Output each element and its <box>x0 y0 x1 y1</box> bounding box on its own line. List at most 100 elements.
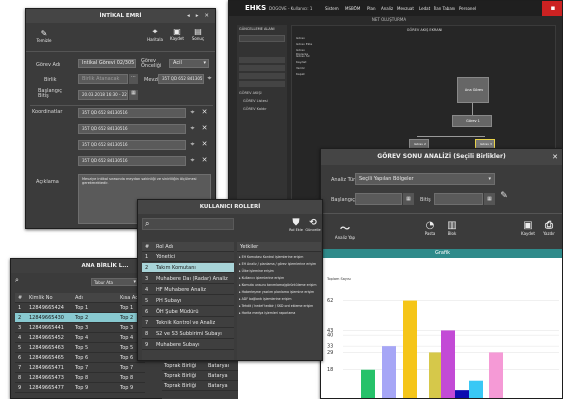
menu-item-ilan-tabani[interactable]: İlan Tabanı <box>434 6 455 11</box>
ehks-left-dropdown-4[interactable] <box>239 81 285 87</box>
flow-node-root[interactable]: Ana Görev <box>457 77 489 103</box>
ehks-tree-item-2[interactable]: GÖREV Kaldır <box>243 107 267 111</box>
guncelle-button[interactable]: ⟲ Güncelle <box>304 218 322 232</box>
table-row[interactable]: 7 12849665471 Top 7 Top 7 <box>15 363 145 373</box>
table-row[interactable]: 4 12849665452 Top 4 Top 4 <box>15 333 145 343</box>
ehks-task-list-item[interactable]: Görev Ekle <box>296 42 312 46</box>
close-icon[interactable]: ✕ <box>552 149 558 165</box>
col-header-kimlik[interactable]: Kimlik No <box>29 295 53 301</box>
menu-item-plan[interactable]: Plan <box>367 6 376 11</box>
menu-item-personel[interactable]: Personel <box>459 6 476 11</box>
ehks-task-list-item[interactable]: Kaydet <box>296 60 306 64</box>
table-row[interactable]: 9 12849665477 Top 9 Top 9 <box>15 383 145 393</box>
map-pin-icon[interactable]: ⌖ <box>188 140 197 149</box>
menu-item-msbom[interactable]: MSBÖM <box>345 6 360 11</box>
calendar-icon[interactable]: ▦ <box>129 90 138 100</box>
permission-item[interactable]: ▸ Ülke işlemine erişim <box>239 269 274 273</box>
role-row-selected[interactable]: 2 Takım Komutanı <box>142 263 234 273</box>
birlik-picker-icon[interactable]: ⋯ <box>129 74 138 84</box>
sonuc-button[interactable]: ▤ Sonuç <box>188 27 208 41</box>
role-row[interactable]: 7 Teknik Kontrol ve Analiz <box>142 318 234 328</box>
menu-item-analiz[interactable]: Analiz <box>381 6 393 11</box>
close-icon[interactable]: ✕ <box>200 156 209 164</box>
table-row[interactable]: 6 12849665465 Top 6 Top 6 <box>15 353 145 363</box>
detail-row[interactable]: Toprak Birliği Bataryaı <box>162 361 238 371</box>
menu-item-ledat[interactable]: Ledat <box>419 6 430 11</box>
search-icon[interactable]: ⌕ <box>15 276 19 285</box>
temizle-button[interactable]: ✎ Temizle <box>34 29 54 43</box>
anabirlik-filter-select[interactable]: Tabur Ata ▾ <box>91 278 139 286</box>
chart-bar[interactable] <box>361 369 375 398</box>
analiz-turu-select[interactable]: Seçili Yapılan Bölgeler ▾ <box>355 173 495 185</box>
ehks-task-list-item[interactable]: Görev <box>296 36 305 40</box>
roller-search[interactable]: ⌕ <box>142 218 234 230</box>
role-row[interactable]: 1 Yönetici <box>142 252 234 262</box>
rol-ekle-button[interactable]: ⛊ Rol Ekle <box>288 218 304 232</box>
chart-bar[interactable] <box>382 346 396 398</box>
chart-bar[interactable] <box>455 390 469 398</box>
ehks-tree-item-1[interactable]: GÖREV Listesi <box>243 99 268 103</box>
map-pin-icon[interactable]: ⌖ <box>188 124 197 133</box>
table-row-selected[interactable]: 2 12849665430 Top 2 Top 2 <box>15 313 145 323</box>
menu-item-sistem[interactable]: Sistem <box>325 6 339 11</box>
mevzi-field[interactable]: 35T QD 652 84130516 <box>158 74 204 84</box>
baslangic-field[interactable]: 20.03.2018 16:30 - 22.03.2018 17:00 <box>78 90 128 100</box>
role-row[interactable]: 8 S2 ve S3 Subbirimi Subayı <box>142 329 234 339</box>
role-row[interactable]: 3 Muhabere Daı (Radar) Analiz <box>142 274 234 284</box>
table-row[interactable]: 3 12849665441 Top 3 Top 3 <box>15 323 145 333</box>
pasta-button[interactable]: ◔ Pasta <box>421 220 439 236</box>
permission-item[interactable]: ▸ EH Analiz / planlama / görev işlemleri… <box>239 262 316 266</box>
ehks-left-dropdown-3[interactable] <box>239 73 285 79</box>
ehks-close-button[interactable]: ▪ <box>542 1 562 16</box>
close-icon[interactable]: ✕ <box>200 124 209 132</box>
permission-item[interactable]: ▸ Haberleşme yazılım planlama işlemine e… <box>239 290 314 294</box>
table-row[interactable]: 8 12849665473 Top 8 Top 8 <box>15 373 145 383</box>
koordinat-field[interactable]: 35T QD 652 84130516 <box>78 156 186 166</box>
close-icon[interactable]: ✕ <box>200 140 209 148</box>
col-header-rol[interactable]: Rol Adı <box>156 244 173 250</box>
calendar-icon[interactable]: ▦ <box>403 193 414 205</box>
permission-item[interactable]: ▸ Komuta unsuru tanımlama/görüntüleme er… <box>239 283 316 287</box>
baslangic-date-field[interactable] <box>355 193 402 205</box>
calendar-icon[interactable]: ▦ <box>484 193 495 205</box>
role-row[interactable]: 4 HF Muhabere Analiz <box>142 285 234 295</box>
ehks-task-list-item[interactable]: Görev Sil <box>296 54 309 58</box>
permission-item[interactable]: ▸ ADF bağlantı işlemlerine erişim <box>239 297 291 301</box>
haritala-button[interactable]: ⌖ Haritala <box>144 27 166 42</box>
ehks-left-search[interactable] <box>239 35 285 42</box>
ehks-task-list-item[interactable]: Yazdır <box>296 66 305 70</box>
kaydet-button[interactable]: ▣ Kaydet <box>168 27 186 41</box>
col-header-id[interactable]: # <box>145 244 149 250</box>
yazdir-button[interactable]: ⎙ Yazdır <box>539 220 559 236</box>
role-row[interactable]: 5 PH Subayı <box>142 296 234 306</box>
menu-item-mevzuat[interactable]: Mevzuat <box>397 6 414 11</box>
role-row[interactable]: 9 Muhabere Subayı <box>142 340 234 350</box>
permission-item[interactable]: ▸ EH Komutası Kontrol işlemlerine erişim <box>239 255 303 259</box>
map-pin-icon[interactable]: ⌖ <box>188 156 197 165</box>
koordinat-field[interactable]: 35T QD 652 84130516 <box>78 108 186 118</box>
col-header-id[interactable]: # <box>18 295 22 301</box>
chart-bar[interactable] <box>403 300 417 398</box>
flow-node-mid[interactable]: Görev 1 <box>452 115 492 127</box>
birlik-field[interactable]: Birlik Atanacak <box>78 74 128 84</box>
chart-bar[interactable] <box>489 352 503 398</box>
permission-item[interactable]: ▸ Harita medya işlemleri raporlama <box>239 311 295 315</box>
detail-row[interactable]: Toprak Birliği Batarya <box>162 381 238 391</box>
bitis-date-field[interactable] <box>434 193 483 205</box>
ehks-left-dropdown-2[interactable] <box>239 65 285 71</box>
blok-button[interactable]: ▥ Blok <box>443 220 461 236</box>
detail-row[interactable]: Toprak Birliği Batarya <box>162 371 238 381</box>
map-pin-icon[interactable]: ⌖ <box>188 108 197 117</box>
close-icon[interactable]: ✕ <box>200 108 209 116</box>
chart-bar[interactable] <box>429 352 443 398</box>
table-row[interactable]: 1 12849665424 Top 1 Top 1 <box>15 303 145 313</box>
role-row[interactable]: 6 ÖH Şube Müdürü <box>142 307 234 317</box>
map-pin-icon[interactable]: ⌖ <box>205 74 214 84</box>
gorev-oncelik-select[interactable]: Acil ▾ <box>169 59 209 68</box>
window-controls[interactable]: ◂ ▸ ✕ <box>187 9 211 23</box>
chart-bar[interactable] <box>441 330 455 398</box>
ehks-task-list-item[interactable]: Kapat <box>296 72 305 76</box>
table-row[interactable]: 5 12849665463 Top 5 Top 5 <box>15 343 145 353</box>
ehks-left-dropdown-1[interactable] <box>239 57 285 63</box>
permission-item[interactable]: ▸ Tehdit / hedef tedbir / SKD ord ekleme… <box>239 304 313 308</box>
